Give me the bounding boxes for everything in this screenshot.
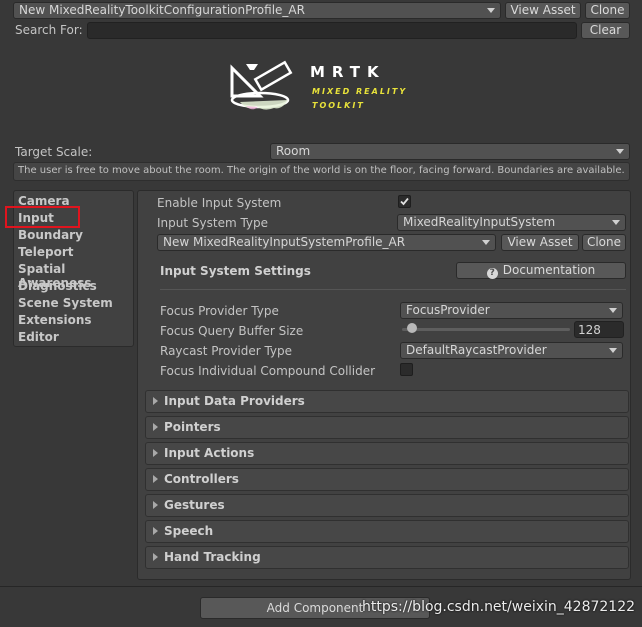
section-pointers[interactable]: Pointers bbox=[145, 416, 629, 439]
triangle-right-icon bbox=[153, 475, 158, 483]
search-label: Search For: bbox=[15, 23, 83, 37]
input-system-settings-title: Input System Settings bbox=[160, 264, 311, 278]
triangle-right-icon bbox=[153, 553, 158, 561]
input-system-type-label: Input System Type bbox=[157, 216, 269, 230]
buffer-size-slider-track[interactable] bbox=[402, 328, 570, 331]
target-scale-help: The user is free to move about the room.… bbox=[13, 162, 630, 181]
input-view-asset-button[interactable]: View Asset bbox=[501, 234, 579, 251]
mrtk-logo: MRTK MIXED REALITY TOOLKIT bbox=[226, 60, 426, 120]
sidebar-item-editor[interactable]: Editor bbox=[18, 330, 59, 344]
input-system-profile-value: New MixedRealityInputSystemProfile_AR bbox=[163, 235, 406, 249]
raycast-provider-type-value: DefaultRaycastProvider bbox=[406, 343, 547, 357]
sidebar-item-scene-system[interactable]: Scene System bbox=[18, 296, 113, 310]
section-controllers[interactable]: Controllers bbox=[145, 468, 629, 491]
section-speech[interactable]: Speech bbox=[145, 520, 629, 543]
checkmark-icon bbox=[400, 197, 409, 206]
help-icon: ? bbox=[486, 268, 498, 279]
section-label: Speech bbox=[164, 524, 214, 538]
triangle-right-icon bbox=[153, 449, 158, 457]
target-scale-label: Target Scale: bbox=[15, 145, 93, 159]
section-label: Controllers bbox=[164, 472, 239, 486]
clone-button[interactable]: Clone bbox=[585, 2, 630, 19]
buffer-size-value: 128 bbox=[578, 323, 601, 337]
buffer-size-input[interactable]: 128 bbox=[574, 321, 624, 338]
documentation-label: Documentation bbox=[502, 263, 596, 277]
mrtk-logo-icon bbox=[230, 60, 293, 110]
triangle-right-icon bbox=[153, 423, 158, 431]
selection-highlight-box bbox=[5, 206, 80, 228]
logo-subtitle-line1: MIXED REALITY bbox=[312, 87, 408, 96]
focus-individual-compound-collider-label: Focus Individual Compound Collider bbox=[160, 364, 376, 378]
input-clone-button[interactable]: Clone bbox=[582, 234, 626, 251]
focus-provider-type-dropdown[interactable]: FocusProvider bbox=[400, 302, 623, 319]
focus-individual-compound-collider-checkbox[interactable] bbox=[400, 363, 413, 376]
chevron-down-icon bbox=[487, 8, 495, 13]
target-scale-dropdown[interactable]: Room bbox=[270, 143, 630, 160]
section-input-data-providers[interactable]: Input Data Providers bbox=[145, 390, 629, 413]
clear-button[interactable]: Clear bbox=[581, 22, 630, 39]
documentation-button[interactable]: ? Documentation bbox=[456, 262, 626, 279]
settings-divider bbox=[160, 289, 626, 290]
input-system-type-dropdown[interactable]: MixedRealityInputSystem bbox=[397, 214, 626, 231]
logo-title: MRTK bbox=[310, 63, 386, 81]
chevron-down-icon bbox=[482, 240, 490, 245]
triangle-right-icon bbox=[153, 397, 158, 405]
section-label: Pointers bbox=[164, 420, 221, 434]
profile-dropdown-value: New MixedRealityToolkitConfigurationProf… bbox=[19, 3, 305, 17]
section-label: Input Data Providers bbox=[164, 394, 305, 408]
focus-provider-type-value: FocusProvider bbox=[406, 303, 490, 317]
input-system-type-value: MixedRealityInputSystem bbox=[403, 215, 556, 229]
buffer-size-slider-thumb[interactable] bbox=[407, 323, 418, 333]
sidebar-item-teleport[interactable]: Teleport bbox=[18, 245, 73, 259]
input-system-profile-dropdown[interactable]: New MixedRealityInputSystemProfile_AR bbox=[157, 234, 496, 251]
section-gestures[interactable]: Gestures bbox=[145, 494, 629, 517]
section-label: Hand Tracking bbox=[164, 550, 261, 564]
raycast-provider-type-label: Raycast Provider Type bbox=[160, 344, 293, 358]
focus-provider-type-label: Focus Provider Type bbox=[160, 304, 279, 318]
profile-dropdown[interactable]: New MixedRealityToolkitConfigurationProf… bbox=[13, 2, 501, 19]
sidebar-item-diagnostics[interactable]: Diagnostics bbox=[18, 279, 97, 293]
search-input[interactable] bbox=[87, 22, 577, 39]
enable-input-system-label: Enable Input System bbox=[157, 196, 282, 210]
target-scale-value: Room bbox=[276, 144, 311, 158]
triangle-right-icon bbox=[153, 501, 158, 509]
raycast-provider-type-dropdown[interactable]: DefaultRaycastProvider bbox=[400, 342, 623, 359]
view-asset-button[interactable]: View Asset bbox=[505, 2, 581, 19]
chevron-down-icon bbox=[609, 308, 617, 313]
footer-divider bbox=[0, 586, 642, 587]
triangle-right-icon bbox=[153, 527, 158, 535]
sidebar-item-extensions[interactable]: Extensions bbox=[18, 313, 92, 327]
target-scale-help-text: The user is free to move about the room.… bbox=[18, 165, 625, 176]
watermark-text: https://blog.csdn.net/weixin_42872122 bbox=[362, 599, 636, 615]
chevron-down-icon bbox=[616, 149, 624, 154]
enable-input-system-checkbox[interactable] bbox=[398, 195, 411, 208]
chevron-down-icon bbox=[609, 348, 617, 353]
focus-query-buffer-size-label: Focus Query Buffer Size bbox=[160, 324, 304, 338]
chevron-down-icon bbox=[612, 220, 620, 225]
section-label: Input Actions bbox=[164, 446, 255, 460]
sidebar-item-boundary[interactable]: Boundary bbox=[18, 228, 83, 242]
section-input-actions[interactable]: Input Actions bbox=[145, 442, 629, 465]
logo-subtitle-line2: TOOLKIT bbox=[312, 101, 365, 110]
section-hand-tracking[interactable]: Hand Tracking bbox=[145, 546, 629, 569]
section-label: Gestures bbox=[164, 498, 225, 512]
